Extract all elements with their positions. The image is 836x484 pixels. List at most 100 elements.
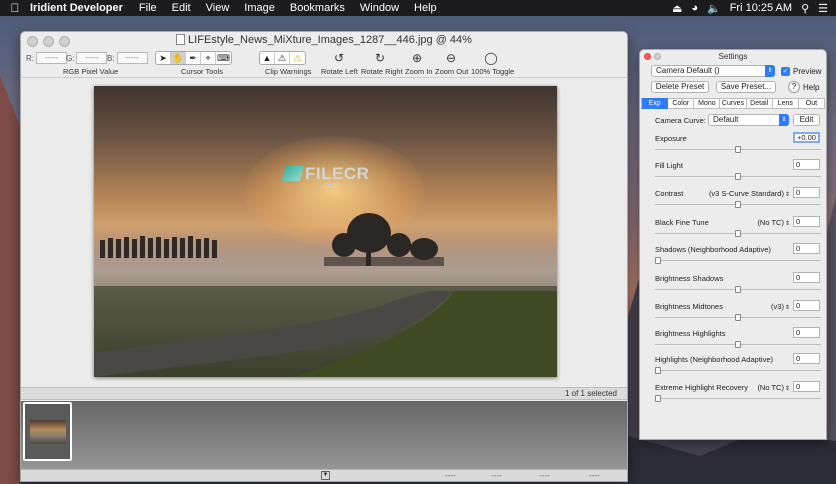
- clip-warnings-label: Clip Warnings: [265, 67, 312, 76]
- zoom-in-icon[interactable]: ⊕: [409, 50, 425, 66]
- highlights-neighborhood-adaptive-slider-track[interactable]: [655, 370, 821, 371]
- shadows-neighborhood-adaptive-label: Shadows (Neighborhood Adaptive): [655, 245, 771, 254]
- help-icon[interactable]: ?: [788, 81, 800, 93]
- tab-color[interactable]: Color: [668, 98, 695, 109]
- camera-curve-edit-button[interactable]: Edit: [793, 114, 820, 126]
- menu-image[interactable]: Image: [244, 2, 275, 14]
- thumbnail-selected[interactable]: [23, 402, 72, 461]
- tab-lens[interactable]: Lens: [772, 98, 799, 109]
- menu-list-icon[interactable]: ☰: [818, 2, 828, 15]
- tab-mono[interactable]: Mono: [694, 98, 721, 109]
- shadows-neighborhood-adaptive-slider-knob[interactable]: [655, 257, 661, 264]
- black-fine-tune-mode-select[interactable]: (No TC)⇕: [757, 218, 790, 227]
- tab-curves[interactable]: Curves: [720, 98, 747, 109]
- filmstrip-toggle-icon[interactable]: ▼: [321, 471, 330, 480]
- extreme-highlight-recovery-mode-text: (No TC): [757, 383, 784, 392]
- menu-window[interactable]: Window: [360, 2, 399, 14]
- menu-view[interactable]: View: [206, 2, 230, 14]
- menu-bar:  Iridient Developer File Edit View Imag…: [0, 0, 836, 16]
- image-canvas[interactable]: FILECR .com: [21, 77, 627, 386]
- menu-bookmarks[interactable]: Bookmarks: [290, 2, 345, 14]
- preview-label: Preview: [793, 67, 822, 76]
- rgb-caption: RGB Pixel Value: [63, 67, 119, 76]
- brightness-midtones-mode-select[interactable]: (v3)⇕: [771, 302, 790, 311]
- tab-detail[interactable]: Detail: [746, 98, 773, 109]
- black-fine-tune-slider-knob[interactable]: [735, 230, 741, 237]
- zoom-out-icon[interactable]: ⊖: [443, 50, 459, 66]
- extreme-highlight-recovery-mode-select[interactable]: (No TC)⇕: [757, 383, 790, 392]
- brightness-midtones-label: Brightness Midtones: [655, 302, 723, 311]
- extreme-highlight-recovery-slider-knob[interactable]: [655, 395, 661, 402]
- delete-preset-button[interactable]: Delete Preset: [651, 81, 709, 93]
- control-row-brightness-midtones: Brightness Midtones (v3)⇕ 0: [655, 300, 821, 326]
- status-bar: 1 of 1 selected: [21, 387, 627, 400]
- crop-icon[interactable]: ⌖: [201, 52, 216, 64]
- arrow-tool-icon[interactable]: ➤: [156, 52, 171, 64]
- camera-curve-label: Camera Curve:: [655, 116, 706, 125]
- search-icon[interactable]: ⚲: [801, 2, 809, 15]
- road: [94, 291, 557, 377]
- document-icon: [176, 34, 186, 45]
- warning-shadow-icon[interactable]: ▲: [260, 52, 275, 64]
- highlights-neighborhood-adaptive-slider-knob[interactable]: [655, 367, 661, 374]
- contrast-slider-knob[interactable]: [735, 201, 741, 208]
- brightness-highlights-slider-knob[interactable]: [735, 341, 741, 348]
- bottom-bar: ▼ ---- ---- ---- ----: [21, 469, 627, 481]
- brightness-shadows-slider-knob[interactable]: [735, 286, 741, 293]
- zoom-out-button[interactable]: Zoom Out: [435, 67, 468, 76]
- control-row-highlights-neighborhood-adaptive: Highlights (Neighborhood Adaptive) 0: [655, 353, 821, 379]
- bottom-info-3: ----: [539, 471, 550, 480]
- brightness-shadows-value-field[interactable]: 0: [793, 272, 820, 283]
- clip-warnings: ▲ ⚠ ⚠: [259, 51, 306, 65]
- control-row-shadows-neighborhood-adaptive: Shadows (Neighborhood Adaptive) 0: [655, 243, 821, 269]
- brightness-highlights-value-field[interactable]: 0: [793, 327, 820, 338]
- extreme-highlight-recovery-slider-track[interactable]: [655, 398, 821, 399]
- tab-exp[interactable]: Exp: [641, 98, 669, 109]
- zoom-in-button[interactable]: Zoom In: [405, 67, 433, 76]
- rotate-right-icon[interactable]: ↻: [372, 50, 388, 66]
- rotate-right-button[interactable]: Rotate Right: [361, 67, 403, 76]
- wifi-icon[interactable]: ◕: [691, 2, 698, 14]
- preview-checkbox[interactable]: ✓: [781, 67, 790, 76]
- preset-select[interactable]: Camera Default () ⇕: [651, 65, 775, 77]
- menu-help[interactable]: Help: [414, 2, 437, 14]
- fill-light-value-field[interactable]: 0: [793, 159, 820, 170]
- clock[interactable]: Fri 10:25 AM: [730, 2, 792, 14]
- brightness-midtones-value-field[interactable]: 0: [793, 300, 820, 311]
- eyedropper-icon[interactable]: ✒: [186, 52, 201, 64]
- fill-light-slider-knob[interactable]: [735, 173, 741, 180]
- black-fine-tune-value-field[interactable]: 0: [793, 216, 820, 227]
- photo-preview[interactable]: FILECR .com: [94, 86, 557, 377]
- camera-curve-select[interactable]: Default ⇕: [708, 114, 789, 126]
- extreme-highlight-recovery-label: Extreme Highlight Recovery: [655, 383, 748, 392]
- eject-icon[interactable]: ⏏: [672, 2, 682, 15]
- menu-app-name[interactable]: Iridient Developer: [30, 2, 123, 14]
- tab-out[interactable]: Out: [798, 98, 825, 109]
- rotate-left-icon[interactable]: ↺: [331, 50, 347, 66]
- shadows-neighborhood-adaptive-value-field[interactable]: 0: [793, 243, 820, 254]
- shadows-neighborhood-adaptive-slider-track[interactable]: [655, 260, 821, 261]
- menu-file[interactable]: File: [139, 2, 157, 14]
- hand-tool-icon[interactable]: ✋: [171, 52, 186, 64]
- menu-edit[interactable]: Edit: [172, 2, 191, 14]
- rotate-left-button[interactable]: Rotate Left: [321, 67, 358, 76]
- apple-icon[interactable]: : [0, 1, 30, 15]
- contrast-value-field[interactable]: 0: [793, 187, 820, 198]
- warning-mid-icon[interactable]: ⚠: [275, 52, 290, 64]
- exposure-slider-knob[interactable]: [735, 146, 741, 153]
- zoom-100-icon[interactable]: ◯: [483, 50, 499, 66]
- extreme-highlight-recovery-value-field[interactable]: 0: [793, 381, 820, 392]
- brightness-shadows-label: Brightness Shadows: [655, 274, 724, 283]
- contrast-mode-select[interactable]: (v3 S-Curve Standard)⇕: [709, 189, 790, 198]
- filmstrip[interactable]: [21, 401, 627, 469]
- brightness-midtones-slider-knob[interactable]: [735, 314, 741, 321]
- highlights-neighborhood-adaptive-value-field[interactable]: 0: [793, 353, 820, 364]
- keyboard-icon[interactable]: ⌨: [216, 52, 231, 64]
- help-label: Help: [803, 83, 820, 92]
- save-preset-button[interactable]: Save Preset...: [716, 81, 776, 93]
- toggle-100-button[interactable]: 100% Toggle: [471, 67, 514, 76]
- warning-highlight-icon[interactable]: ⚠: [290, 52, 305, 64]
- volume-icon[interactable]: 🔈: [707, 2, 721, 15]
- control-row-brightness-shadows: Brightness Shadows 0: [655, 272, 821, 298]
- exposure-value-field[interactable]: +0.00: [793, 132, 820, 143]
